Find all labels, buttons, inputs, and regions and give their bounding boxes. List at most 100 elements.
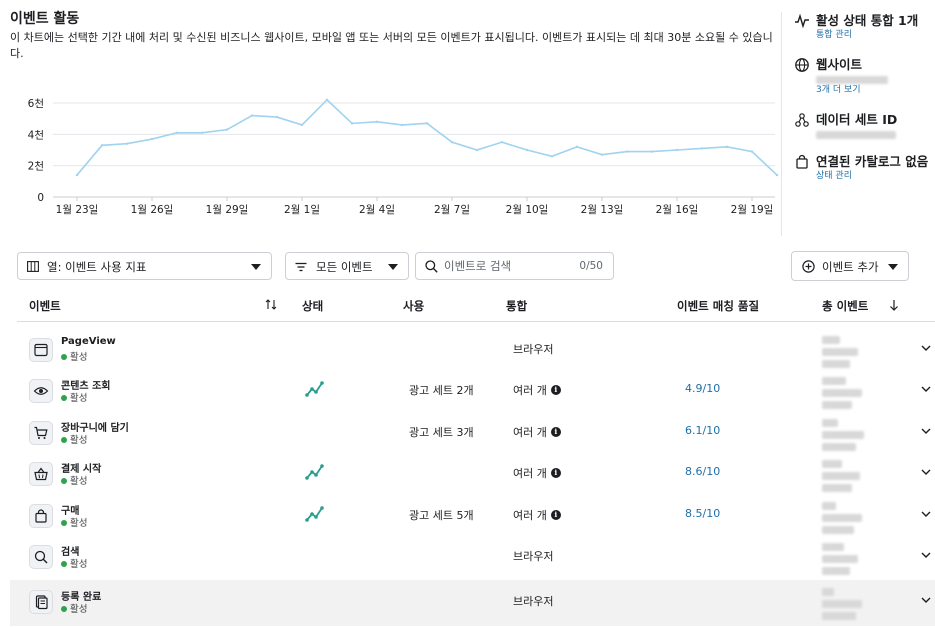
event-name[interactable]: PageView <box>61 336 116 347</box>
integration-label: 브라우저 <box>513 550 554 563</box>
table-row[interactable]: 검색 활성 브라우저 <box>10 535 935 577</box>
series-line <box>76 98 778 176</box>
data-point <box>700 147 704 150</box>
info-icon[interactable]: i <box>550 427 561 437</box>
event-match-quality[interactable]: 6.1/10 <box>685 424 720 437</box>
table-row[interactable]: 결제 시작 활성 여러 개 i 8.6/10 <box>10 452 935 494</box>
table-row[interactable]: 콘텐츠 조회 활성 광고 세트 2개 여러 개 i 4.9/10 <box>10 369 935 411</box>
data-point <box>500 140 504 144</box>
y-tick-label: 4천 <box>28 129 44 141</box>
chevron-down-icon[interactable] <box>920 594 932 606</box>
table-row[interactable]: 등록 완료 활성 브라우저 <box>10 580 935 626</box>
table-row[interactable]: PageView 활성 브라우저 <box>10 328 935 370</box>
header-status[interactable]: 상태 <box>302 298 323 314</box>
event-status: 활성 <box>61 349 87 363</box>
data-point <box>575 145 579 149</box>
header-event[interactable]: 이벤트 <box>29 298 61 314</box>
event-integration: 브라우저 <box>513 341 553 357</box>
x-tick-label: 2월 13일 <box>581 203 624 216</box>
x-tick-label: 1월 23일 <box>56 203 99 216</box>
event-icon-box <box>29 379 53 403</box>
status-label: 활성 <box>70 604 88 615</box>
redacted-value <box>822 612 856 620</box>
info-panel: 활성 상태 통합 1개 통합 관리 웹사이트 3개 더 보기 데이터 세트 ID… <box>794 12 934 197</box>
search-input[interactable] <box>444 259 564 273</box>
event-match-quality[interactable]: 4.9/10 <box>685 382 720 395</box>
event-icon-box <box>29 462 53 486</box>
website-title: 웹사이트 <box>816 57 863 72</box>
website-url-redacted <box>816 76 888 84</box>
status-label: 활성 <box>70 559 88 570</box>
manage-status-link[interactable]: 상태 관리 <box>816 170 934 183</box>
event-filter-dropdown[interactable]: 모든 이벤트 <box>285 252 409 280</box>
status-trend[interactable] <box>305 505 325 523</box>
chevron-down-icon[interactable] <box>920 549 932 561</box>
chevron-down-icon[interactable] <box>920 425 932 437</box>
event-usage[interactable]: 광고 세트 3개 <box>409 424 474 440</box>
sort-descending-icon[interactable] <box>889 299 899 311</box>
event-match-quality[interactable]: 8.6/10 <box>685 465 720 478</box>
integration-label: 여러 개 <box>513 467 547 480</box>
header-integration[interactable]: 통합 <box>506 298 527 314</box>
dataset-info: 데이터 세트 ID <box>794 111 934 139</box>
redacted-value <box>822 419 838 427</box>
website-info: 웹사이트 3개 더 보기 <box>794 56 934 97</box>
redacted-value <box>822 472 860 480</box>
data-point <box>475 148 479 152</box>
trend-chart-icon <box>305 381 324 397</box>
event-status: 활성 <box>61 556 87 570</box>
event-usage[interactable]: 광고 세트 2개 <box>409 382 474 398</box>
event-filter-label: 모든 이벤트 <box>316 260 373 274</box>
table-row[interactable]: 장바구니에 담기 활성 광고 세트 3개 여러 개 i 6.1/10 <box>10 411 935 453</box>
event-search-box[interactable]: 0/50 <box>415 252 614 280</box>
redacted-value <box>822 484 852 492</box>
chevron-down-icon[interactable] <box>920 342 932 354</box>
integration-label: 브라우저 <box>513 595 554 608</box>
chevron-down-icon[interactable] <box>920 383 932 395</box>
data-point <box>550 155 554 158</box>
manage-integrations-link[interactable]: 통합 관리 <box>816 29 934 42</box>
total-events-redacted <box>822 588 862 624</box>
search-char-count: 0/50 <box>579 260 603 272</box>
x-tick-label: 2월 7일 <box>434 203 470 216</box>
event-usage[interactable]: 광고 세트 5개 <box>409 507 474 523</box>
info-icon[interactable]: i <box>550 385 561 395</box>
redacted-value <box>822 514 862 522</box>
info-icon[interactable]: i <box>550 510 561 520</box>
x-tick-label: 1월 26일 <box>131 203 174 216</box>
basket-icon <box>34 467 48 481</box>
registration-icon <box>35 595 48 610</box>
status-label: 활성 <box>70 476 88 487</box>
total-events-redacted <box>822 336 858 372</box>
status-dot <box>61 395 67 401</box>
status-trend[interactable] <box>305 463 325 481</box>
event-icon-box <box>29 545 53 569</box>
show-more-websites-link[interactable]: 3개 더 보기 <box>816 84 934 97</box>
columns-dropdown[interactable]: 열: 이벤트 사용 지표 <box>17 252 272 280</box>
chevron-down-icon[interactable] <box>920 508 932 520</box>
header-emq[interactable]: 이벤트 매칭 품질 <box>677 298 759 314</box>
data-point <box>350 122 354 125</box>
event-integration: 브라우저 <box>513 548 553 564</box>
data-point <box>425 122 429 125</box>
status-dot <box>61 520 67 526</box>
info-icon[interactable]: i <box>550 468 561 478</box>
catalog-info: 연결된 카탈로그 없음 상태 관리 <box>794 153 934 183</box>
dataset-nodes-icon <box>795 113 809 127</box>
header-usage[interactable]: 사용 <box>403 298 424 314</box>
data-point <box>125 142 129 145</box>
columns-icon <box>27 261 39 272</box>
header-total-events[interactable]: 총 이벤트 <box>822 298 868 314</box>
status-dot <box>61 561 67 567</box>
table-row[interactable]: 구매 활성 광고 세트 5개 여러 개 i 8.5/10 <box>10 494 935 536</box>
event-match-quality[interactable]: 8.5/10 <box>685 507 720 520</box>
status-trend[interactable] <box>305 380 325 398</box>
sort-icon[interactable] <box>265 299 277 310</box>
events-table-header: 이벤트 상태 사용 통합 이벤트 매칭 품질 총 이벤트 <box>17 290 935 322</box>
chevron-down-icon[interactable] <box>920 466 932 478</box>
data-point <box>400 123 404 127</box>
add-event-button[interactable]: 이벤트 추가 <box>791 251 909 281</box>
columns-dropdown-label: 열: 이벤트 사용 지표 <box>47 260 147 274</box>
activity-pulse-icon <box>795 13 809 29</box>
event-icon-box <box>29 421 53 445</box>
